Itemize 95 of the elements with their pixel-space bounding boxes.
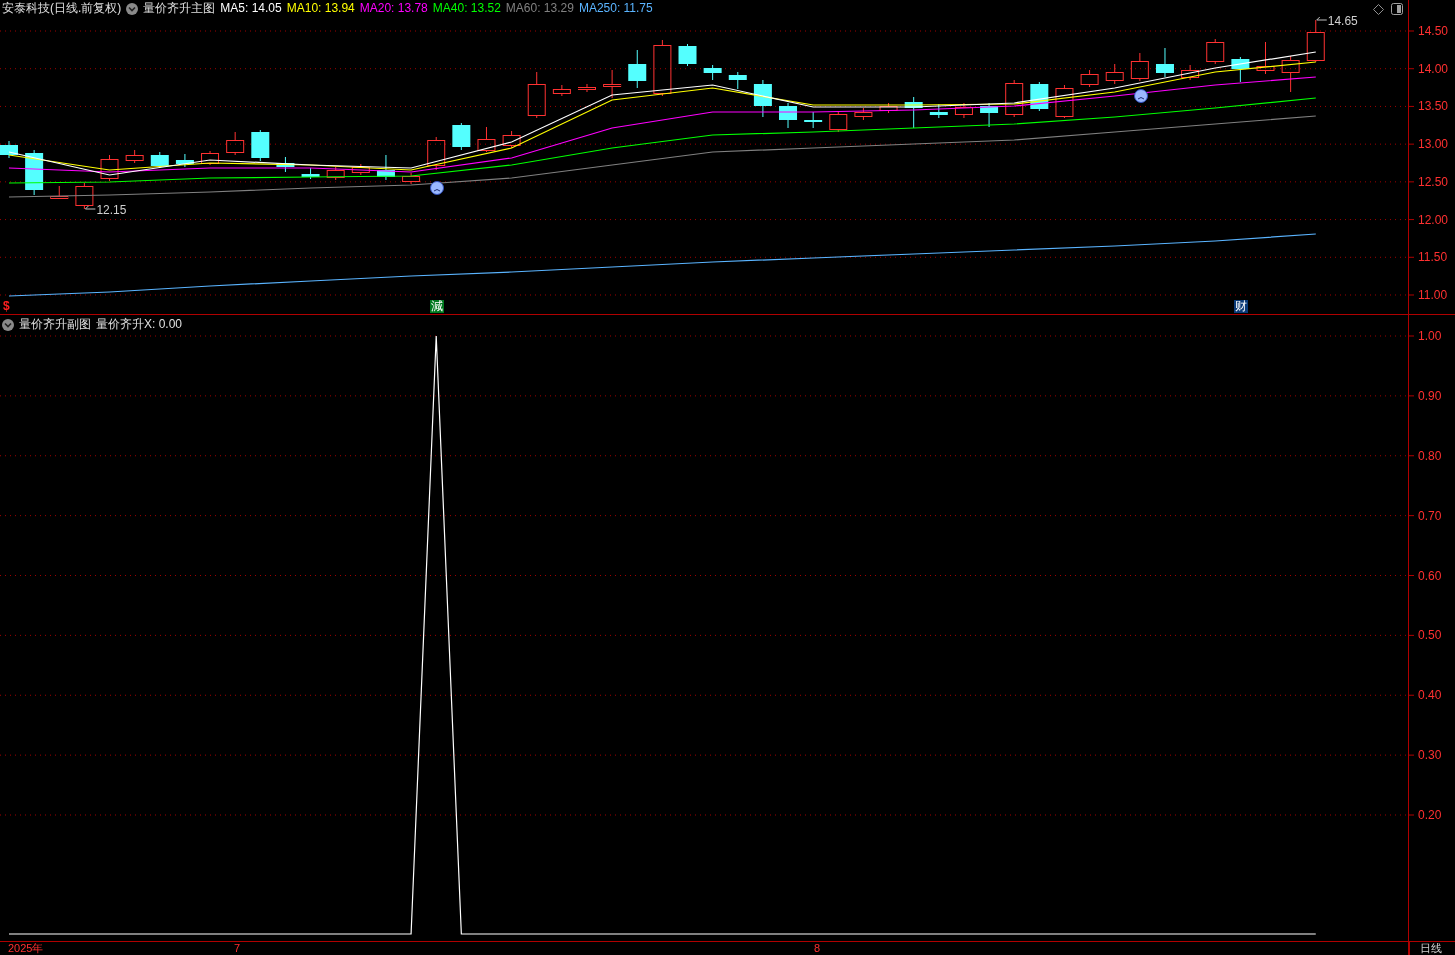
candlestick bbox=[25, 149, 44, 196]
indicator-value: MA60: 13.29 bbox=[505, 1, 574, 16]
candlestick bbox=[678, 43, 697, 67]
candlestick bbox=[552, 84, 571, 97]
diamond-icon[interactable] bbox=[1373, 3, 1384, 15]
candlestick bbox=[1281, 55, 1300, 93]
candlestick bbox=[954, 102, 973, 119]
candlestick bbox=[728, 71, 747, 90]
candlestick bbox=[779, 102, 798, 129]
candlestick bbox=[1055, 84, 1074, 119]
leader-line bbox=[84, 205, 96, 210]
candlestick bbox=[1156, 47, 1174, 78]
candlestick bbox=[100, 154, 119, 182]
formula-name: 量价齐升副图 bbox=[19, 317, 91, 332]
dropdown-icon[interactable] bbox=[126, 2, 139, 15]
candlestick bbox=[603, 69, 622, 99]
candlestick bbox=[402, 172, 421, 185]
price-label: 14.65 bbox=[1327, 14, 1358, 28]
candlestick bbox=[578, 83, 596, 93]
signal-badge: 減 bbox=[430, 300, 444, 313]
candlestick bbox=[376, 154, 395, 181]
signal-circle-icon bbox=[1134, 89, 1148, 103]
axis-label: 12.00 bbox=[1418, 212, 1449, 227]
formula-name: 量价齐升主图 bbox=[143, 1, 216, 16]
candlestick bbox=[226, 131, 245, 156]
price-label: 12.15 bbox=[96, 203, 127, 217]
candlestick bbox=[150, 151, 169, 169]
candlestick bbox=[1206, 38, 1225, 65]
axis-label: 0.80 bbox=[1418, 448, 1442, 463]
candlestick bbox=[1005, 79, 1024, 118]
axis-label: 0.40 bbox=[1418, 688, 1442, 703]
candlestick bbox=[829, 111, 848, 133]
indicator-value: MA5: 14.05 bbox=[220, 1, 282, 16]
axis-label: 1.00 bbox=[1418, 329, 1442, 343]
axis-label: 2025年 bbox=[8, 942, 44, 955]
axis-label: 0.30 bbox=[1418, 748, 1442, 763]
candlestick bbox=[75, 182, 94, 210]
candlestick bbox=[1306, 19, 1325, 63]
axis-label: 0.70 bbox=[1418, 508, 1442, 523]
axis-label: 0.90 bbox=[1418, 388, 1442, 403]
candlestick bbox=[1130, 52, 1149, 82]
candlestick bbox=[427, 136, 446, 171]
candlestick bbox=[326, 166, 345, 181]
candlestick bbox=[452, 122, 471, 151]
indicator-value: MA40: 13.52 bbox=[432, 1, 501, 16]
signal-mark: $ bbox=[3, 300, 10, 313]
axis-label: 11.50 bbox=[1418, 250, 1448, 265]
axis-label: 13.00 bbox=[1418, 137, 1449, 152]
candlestick bbox=[1181, 64, 1200, 81]
candlestick bbox=[879, 102, 898, 114]
candlestick bbox=[1080, 69, 1099, 88]
candlestick bbox=[276, 156, 295, 173]
axis-label: 7 bbox=[234, 942, 241, 955]
candlestick bbox=[477, 126, 496, 153]
candlestick bbox=[1256, 41, 1275, 75]
axis-label: 0.20 bbox=[1418, 808, 1442, 822]
indicator-value: MA250: 11.75 bbox=[578, 1, 653, 16]
dropdown-icon[interactable] bbox=[2, 318, 14, 331]
candlestick bbox=[527, 71, 546, 119]
candlestick bbox=[628, 49, 647, 89]
candlestick bbox=[703, 64, 722, 81]
candlestick bbox=[502, 130, 521, 149]
axis-label: 14.50 bbox=[1418, 24, 1449, 38]
signal-circle-icon bbox=[430, 181, 444, 195]
stock-title: 安泰科技(日线.前复权) bbox=[2, 1, 122, 16]
candlestick bbox=[1105, 63, 1124, 85]
signal-badge: 财 bbox=[1234, 300, 1248, 313]
axis-label: 12.50 bbox=[1418, 174, 1449, 189]
axis-label: 0.50 bbox=[1418, 628, 1442, 643]
leader-line bbox=[1316, 16, 1328, 21]
candlestick bbox=[175, 153, 194, 168]
indicator-value: MA10: 13.94 bbox=[286, 1, 355, 16]
axis-label: 8 bbox=[814, 942, 821, 955]
axis-label: 13.50 bbox=[1418, 99, 1449, 114]
indicator-value: 量价齐升X: 0.00 bbox=[96, 317, 183, 332]
candlestick bbox=[125, 149, 144, 164]
candlestick bbox=[804, 111, 823, 129]
axis-label: 14.00 bbox=[1418, 61, 1449, 76]
candlestick bbox=[653, 39, 672, 97]
candlestick bbox=[201, 150, 220, 166]
candlestick bbox=[753, 79, 772, 118]
candlestick bbox=[251, 129, 270, 162]
candlestick bbox=[50, 185, 69, 200]
indicator-value: MA20: 13.78 bbox=[359, 1, 428, 16]
candlestick bbox=[301, 167, 320, 180]
candlestick bbox=[854, 107, 873, 121]
candlestick bbox=[904, 96, 923, 129]
axis-label: 0.60 bbox=[1418, 568, 1442, 583]
candlestick bbox=[0, 140, 18, 159]
candlestick bbox=[1231, 56, 1250, 83]
axis-label: 11.00 bbox=[1418, 288, 1448, 302]
candlestick bbox=[980, 102, 999, 128]
candlestick bbox=[351, 163, 370, 176]
period-label: 日线 bbox=[1420, 942, 1442, 955]
panel-toggle-icon[interactable] bbox=[1391, 3, 1403, 15]
